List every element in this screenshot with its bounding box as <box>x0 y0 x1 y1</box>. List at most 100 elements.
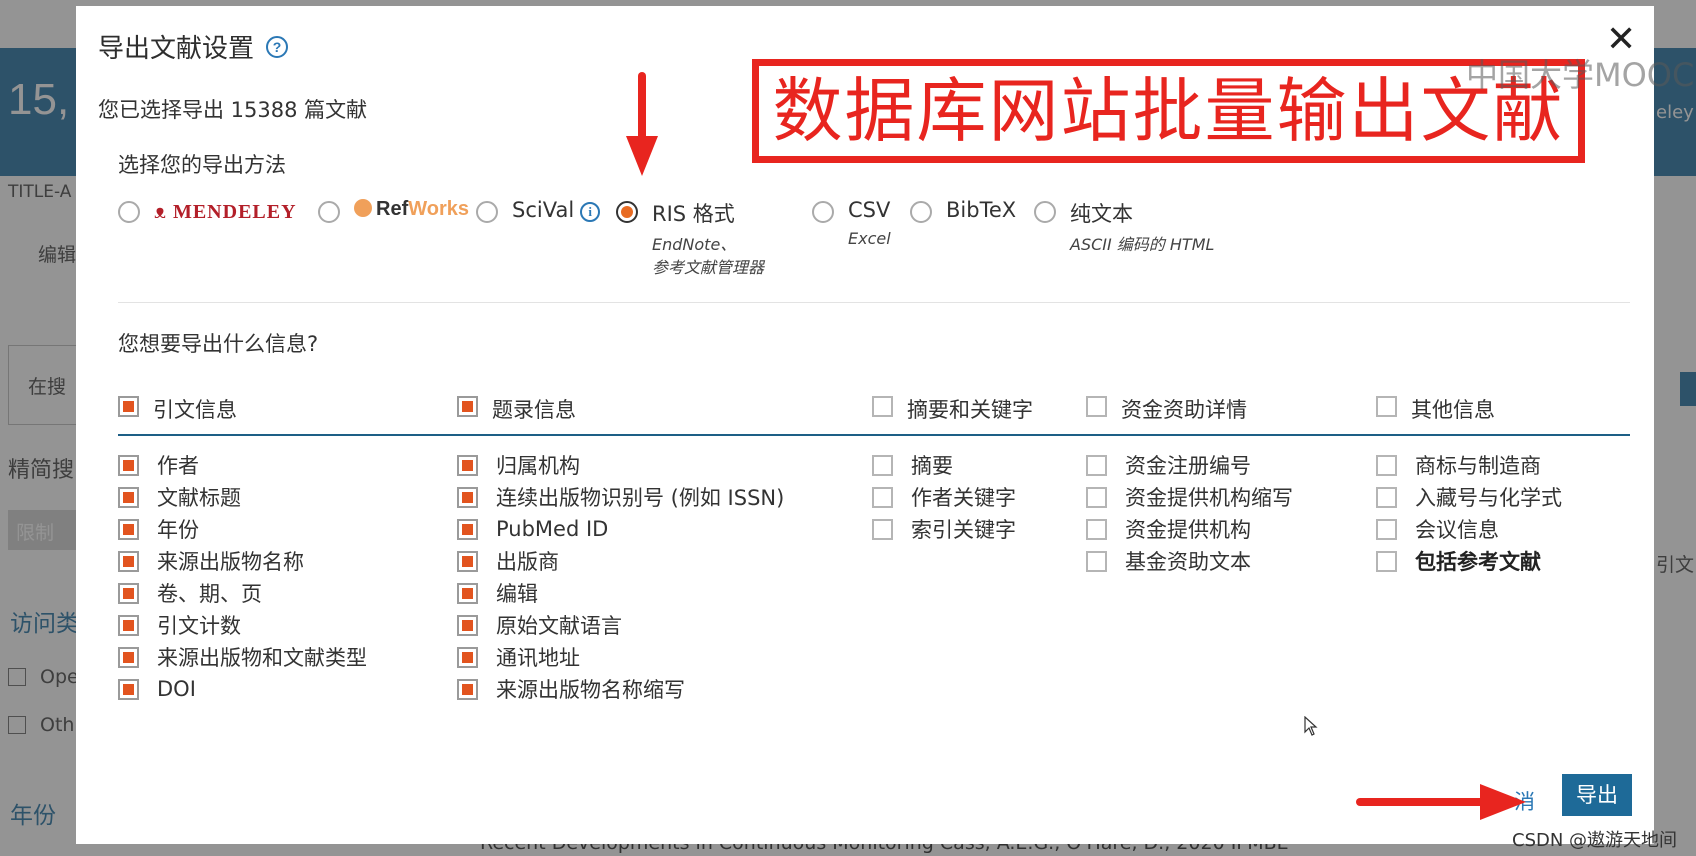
mendeley-logo: ᴥ MENDELEY <box>154 198 297 224</box>
export-option[interactable]: PubMed ID <box>457 513 784 545</box>
column-checkbox[interactable] <box>118 396 139 417</box>
column-header[interactable]: 资金资助详情 <box>1086 394 1247 424</box>
method-refworks[interactable]: RefWorks <box>318 198 469 223</box>
option-checkbox[interactable] <box>1086 550 1107 572</box>
export-option[interactable]: 原始文献语言 <box>457 609 784 641</box>
option-checkbox[interactable] <box>457 582 478 604</box>
option-label: 连续出版物识别号 (例如 ISSN) <box>496 486 785 510</box>
export-option[interactable]: 编辑 <box>457 577 784 609</box>
option-checkbox[interactable] <box>457 614 478 636</box>
option-checkbox[interactable] <box>118 518 139 540</box>
option-label: 入藏号与化学式 <box>1415 486 1562 510</box>
export-option[interactable]: 年份 <box>118 513 367 545</box>
column-title: 其他信息 <box>1411 398 1495 422</box>
option-checkbox[interactable] <box>872 518 893 540</box>
option-checkbox[interactable] <box>1086 454 1107 476</box>
option-label: 卷、期、页 <box>157 582 262 606</box>
option-label: 包括参考文献 <box>1415 550 1541 574</box>
export-option[interactable]: 作者 <box>118 449 367 481</box>
ris-sub-2: 参考文献管理器 <box>652 258 765 277</box>
column-checkbox[interactable] <box>872 396 893 417</box>
export-option[interactable]: 基金资助文本 <box>1086 545 1293 577</box>
csv-label: CSV <box>848 198 891 222</box>
export-option[interactable]: 资金注册编号 <box>1086 449 1293 481</box>
column-header[interactable]: 题录信息 <box>457 394 576 424</box>
option-checkbox[interactable] <box>118 614 139 636</box>
option-label: 摘要 <box>911 454 953 478</box>
option-checkbox[interactable] <box>872 486 893 508</box>
option-checkbox[interactable] <box>1376 518 1397 540</box>
help-circle-icon[interactable]: ? <box>266 36 288 58</box>
export-option[interactable]: 归属机构 <box>457 449 784 481</box>
plain-text-radio[interactable] <box>1034 201 1056 223</box>
export-button[interactable]: 导出 <box>1562 774 1632 816</box>
option-checkbox[interactable] <box>1376 550 1397 572</box>
mendeley-radio[interactable] <box>118 201 140 223</box>
option-checkbox[interactable] <box>118 678 139 700</box>
export-option[interactable]: 来源出版物和文献类型 <box>118 641 367 673</box>
plain-text-sub: ASCII 编码的 HTML <box>1070 235 1215 254</box>
column-header[interactable]: 其他信息 <box>1376 394 1495 424</box>
option-label: 作者关键字 <box>911 486 1016 510</box>
export-option[interactable]: 卷、期、页 <box>118 577 367 609</box>
export-option[interactable]: 来源出版物名称缩写 <box>457 673 784 705</box>
option-checkbox[interactable] <box>872 454 893 476</box>
option-checkbox[interactable] <box>457 678 478 700</box>
export-option[interactable]: 通讯地址 <box>457 641 784 673</box>
export-option[interactable]: 出版商 <box>457 545 784 577</box>
export-option[interactable]: 入藏号与化学式 <box>1376 481 1562 513</box>
export-option[interactable]: 作者关键字 <box>872 481 1016 513</box>
option-checkbox[interactable] <box>118 550 139 572</box>
export-option[interactable]: 资金提供机构缩写 <box>1086 481 1293 513</box>
option-checkbox[interactable] <box>457 486 478 508</box>
export-option[interactable]: 引文计数 <box>118 609 367 641</box>
method-bibtex[interactable]: BibTeX <box>910 198 1016 223</box>
export-option[interactable]: DOI <box>118 673 367 705</box>
ris-radio[interactable] <box>616 201 638 223</box>
option-checkbox[interactable] <box>1086 518 1107 540</box>
option-checkbox[interactable] <box>118 582 139 604</box>
column-checkbox[interactable] <box>457 396 478 417</box>
option-checkbox[interactable] <box>1376 486 1397 508</box>
option-checkbox[interactable] <box>1086 486 1107 508</box>
csv-radio[interactable] <box>812 201 834 223</box>
option-checkbox[interactable] <box>118 454 139 476</box>
method-plain-text[interactable]: 纯文本 ASCII 编码的 HTML <box>1034 198 1214 255</box>
header-rule <box>118 434 1630 436</box>
export-option[interactable]: 摘要 <box>872 449 1016 481</box>
csv-sub: Excel <box>848 229 891 248</box>
export-option[interactable]: 来源出版物名称 <box>118 545 367 577</box>
column-checkbox[interactable] <box>1086 396 1107 417</box>
option-checkbox[interactable] <box>457 454 478 476</box>
scival-radio[interactable] <box>476 201 498 223</box>
mooc-watermark: 中国大学MOOC <box>1466 56 1695 94</box>
export-option[interactable]: 会议信息 <box>1376 513 1562 545</box>
export-option[interactable]: 商标与制造商 <box>1376 449 1562 481</box>
method-scival[interactable]: SciVal i <box>476 198 601 223</box>
option-label: 会议信息 <box>1415 518 1499 542</box>
option-checkbox[interactable] <box>118 646 139 668</box>
option-checkbox[interactable] <box>457 550 478 572</box>
column-header[interactable]: 引文信息 <box>118 394 237 424</box>
column-header[interactable]: 摘要和关键字 <box>872 394 1033 424</box>
selected-count: 您已选择导出 15388 篇文献 <box>98 98 368 122</box>
mendeley-mark-icon: ᴥ <box>154 198 167 223</box>
method-csv[interactable]: CSV Excel <box>812 198 891 249</box>
method-ris[interactable]: RIS 格式 EndNote、 参考文献管理器 <box>616 198 764 278</box>
option-checkbox[interactable] <box>457 646 478 668</box>
option-label: 归属机构 <box>496 454 580 478</box>
option-checkbox[interactable] <box>457 518 478 540</box>
column-checkbox[interactable] <box>1376 396 1397 417</box>
method-mendeley[interactable]: ᴥ MENDELEY <box>118 198 297 224</box>
down-arrow-annotation <box>626 72 658 176</box>
bibtex-radio[interactable] <box>910 201 932 223</box>
export-option[interactable]: 连续出版物识别号 (例如 ISSN) <box>457 481 784 513</box>
info-icon[interactable]: i <box>580 202 601 222</box>
refworks-radio[interactable] <box>318 201 340 223</box>
export-option[interactable]: 文献标题 <box>118 481 367 513</box>
option-checkbox[interactable] <box>118 486 139 508</box>
export-option[interactable]: 索引关键字 <box>872 513 1016 545</box>
option-checkbox[interactable] <box>1376 454 1397 476</box>
export-option[interactable]: 资金提供机构 <box>1086 513 1293 545</box>
export-option[interactable]: 包括参考文献 <box>1376 545 1562 577</box>
